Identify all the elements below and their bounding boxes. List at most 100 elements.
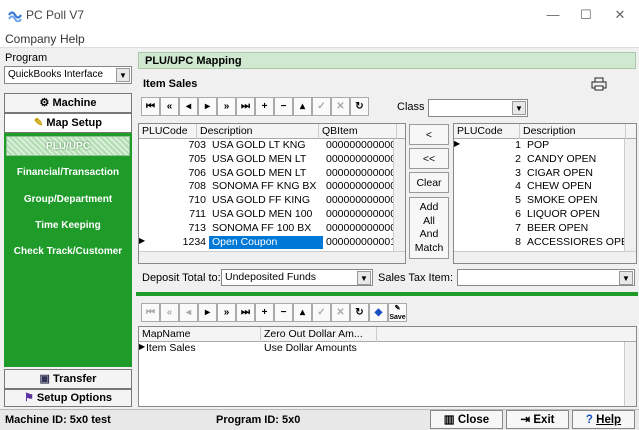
cancel-icon[interactable]: ✕: [331, 303, 350, 322]
table-cell[interactable]: 713: [139, 222, 209, 235]
setup-options-button[interactable]: ⚑ Setup Options: [4, 389, 132, 407]
add-record-button[interactable]: +: [255, 303, 274, 322]
tag-icon[interactable]: ◆: [369, 303, 388, 322]
refresh-icon[interactable]: ↻: [350, 97, 369, 116]
table-cell[interactable]: 000000000000: [323, 194, 393, 207]
prev-record-button[interactable]: ◂: [179, 97, 198, 116]
deposit-select[interactable]: Undeposited Funds ▼: [221, 269, 373, 286]
prev-page-button[interactable]: «: [160, 303, 179, 322]
table-cell[interactable]: USA GOLD FF KING: [209, 194, 323, 207]
vertical-scrollbar[interactable]: [393, 139, 405, 251]
last-record-button[interactable]: ⏭: [236, 303, 255, 322]
next-page-button[interactable]: »: [217, 303, 236, 322]
table-cell[interactable]: 6: [454, 208, 524, 221]
table-cell[interactable]: CIGAR OPEN: [524, 167, 626, 180]
table-cell[interactable]: 000000000000: [323, 208, 393, 221]
add-all-and-match-button[interactable]: Add All And Match: [409, 197, 449, 259]
edit-record-button[interactable]: ▴: [293, 303, 312, 322]
close-button[interactable]: ▥ Close: [430, 410, 503, 429]
table-cell[interactable]: 710: [139, 194, 209, 207]
table-cell[interactable]: 706: [139, 167, 209, 180]
nav-item-financial-transaction[interactable]: Financial/Transaction: [4, 167, 132, 178]
table-row[interactable]: 703 USA GOLD LT KNG 000000000000: [139, 139, 405, 152]
table-cell[interactable]: 000000000001: [323, 236, 393, 249]
printer-icon[interactable]: [591, 77, 607, 91]
menu-company[interactable]: Company: [5, 32, 56, 46]
cancel-icon[interactable]: ✕: [331, 97, 350, 116]
table-cell[interactable]: 000000000000: [323, 139, 393, 152]
exit-button[interactable]: ⇥ Exit: [506, 410, 569, 429]
table-cell[interactable]: SONOMA FF KNG BX: [209, 180, 323, 193]
table-cell[interactable]: 4: [454, 180, 524, 193]
close-window-button[interactable]: ✕: [606, 6, 634, 24]
column-header[interactable]: Zero Out Dollar Am...: [261, 327, 377, 342]
table-cell[interactable]: Open Coupon: [209, 235, 323, 249]
chevron-down-icon[interactable]: ▼: [512, 101, 526, 115]
table-cell[interactable]: BEER OPEN: [524, 222, 626, 235]
chevron-down-icon[interactable]: ▼: [357, 271, 371, 285]
table-row[interactable]: 713 SONOMA FF 100 BX 000000000000: [139, 222, 405, 235]
refresh-icon[interactable]: ↻: [350, 303, 369, 322]
column-header[interactable]: PLUCode: [454, 124, 520, 139]
horizontal-scrollbar[interactable]: [454, 251, 636, 263]
table-cell[interactable]: 1: [454, 139, 524, 152]
table-cell[interactable]: 000000000000: [323, 153, 393, 166]
column-header[interactable]: Description: [520, 124, 626, 139]
move-all-left-button[interactable]: <<: [409, 148, 449, 169]
clear-button[interactable]: Clear: [409, 172, 449, 193]
post-icon[interactable]: ✓: [312, 303, 331, 322]
table-row[interactable]: 8 ACCESSIORES OPEN: [454, 236, 636, 249]
table-row[interactable]: ▶ Item Sales Use Dollar Amounts: [139, 342, 636, 355]
table-cell[interactable]: 703: [139, 139, 209, 152]
table-row[interactable]: 6 LIQUOR OPEN: [454, 208, 636, 221]
delete-record-button[interactable]: −: [274, 303, 293, 322]
column-header[interactable]: QBItem: [319, 124, 397, 139]
table-cell[interactable]: 708: [139, 180, 209, 193]
item-sales-grid[interactable]: PLUCode Description QBItem 703 USA GOLD L…: [138, 123, 406, 264]
class-select[interactable]: ▼: [428, 99, 528, 117]
table-cell[interactable]: Use Dollar Amounts: [261, 342, 377, 355]
table-cell[interactable]: SMOKE OPEN: [524, 194, 626, 207]
program-select[interactable]: QuickBooks Interface ▼: [4, 66, 132, 84]
add-record-button[interactable]: +: [255, 97, 274, 116]
table-cell[interactable]: USA GOLD MEN LT: [209, 167, 323, 180]
table-row[interactable]: 4 CHEW OPEN: [454, 180, 636, 193]
table-cell[interactable]: CANDY OPEN: [524, 153, 626, 166]
column-header[interactable]: MapName: [139, 327, 261, 342]
delete-record-button[interactable]: −: [274, 97, 293, 116]
vertical-scrollbar[interactable]: [624, 139, 636, 251]
sales-tax-select[interactable]: ▼: [457, 269, 635, 286]
table-row[interactable]: 708 SONOMA FF KNG BX 000000000000: [139, 180, 405, 193]
table-cell[interactable]: USA GOLD LT KNG: [209, 139, 323, 152]
plu-list-grid[interactable]: PLUCode Description ▶ 1 POP 2 CANDY OPEN 3 CIG…: [453, 123, 637, 264]
table-row[interactable]: ▶ 1234 Open Coupon 000000000001: [139, 235, 405, 249]
first-record-button[interactable]: ⏮: [141, 303, 160, 322]
table-row[interactable]: 706 USA GOLD MEN LT 000000000000: [139, 167, 405, 180]
table-row[interactable]: 705 USA GOLD MEN LT 000000000000: [139, 153, 405, 166]
table-cell[interactable]: SONOMA FF 100 BX: [209, 222, 323, 235]
table-cell[interactable]: 711: [139, 208, 209, 221]
next-record-button[interactable]: ▸: [198, 97, 217, 116]
machine-button[interactable]: ⚙ Machine: [4, 93, 132, 113]
chevron-down-icon[interactable]: ▼: [116, 68, 130, 82]
transfer-button[interactable]: ▣ Transfer: [4, 369, 132, 389]
column-header[interactable]: Description: [197, 124, 319, 139]
table-cell[interactable]: LIQUOR OPEN: [524, 208, 626, 221]
prev-page-button[interactable]: «: [160, 97, 179, 116]
next-record-button[interactable]: ▸: [198, 303, 217, 322]
table-cell[interactable]: USA GOLD MEN 100: [209, 208, 323, 221]
table-cell[interactable]: 2: [454, 153, 524, 166]
nav-item-time-keeping[interactable]: Time Keeping: [4, 220, 132, 231]
table-row[interactable]: 7 BEER OPEN: [454, 222, 636, 235]
minimize-button[interactable]: —: [539, 6, 567, 24]
help-button[interactable]: ? Help: [572, 410, 635, 429]
table-cell[interactable]: 000000000000: [323, 167, 393, 180]
move-left-button[interactable]: <: [409, 124, 449, 145]
post-icon[interactable]: ✓: [312, 97, 331, 116]
nav-item-check-track-customer[interactable]: Check Track/Customer: [4, 246, 132, 257]
table-cell[interactable]: 3: [454, 167, 524, 180]
horizontal-scrollbar[interactable]: [139, 251, 405, 263]
table-row[interactable]: 711 USA GOLD MEN 100 000000000000: [139, 208, 405, 221]
table-cell[interactable]: 5: [454, 194, 524, 207]
table-cell[interactable]: USA GOLD MEN LT: [209, 153, 323, 166]
